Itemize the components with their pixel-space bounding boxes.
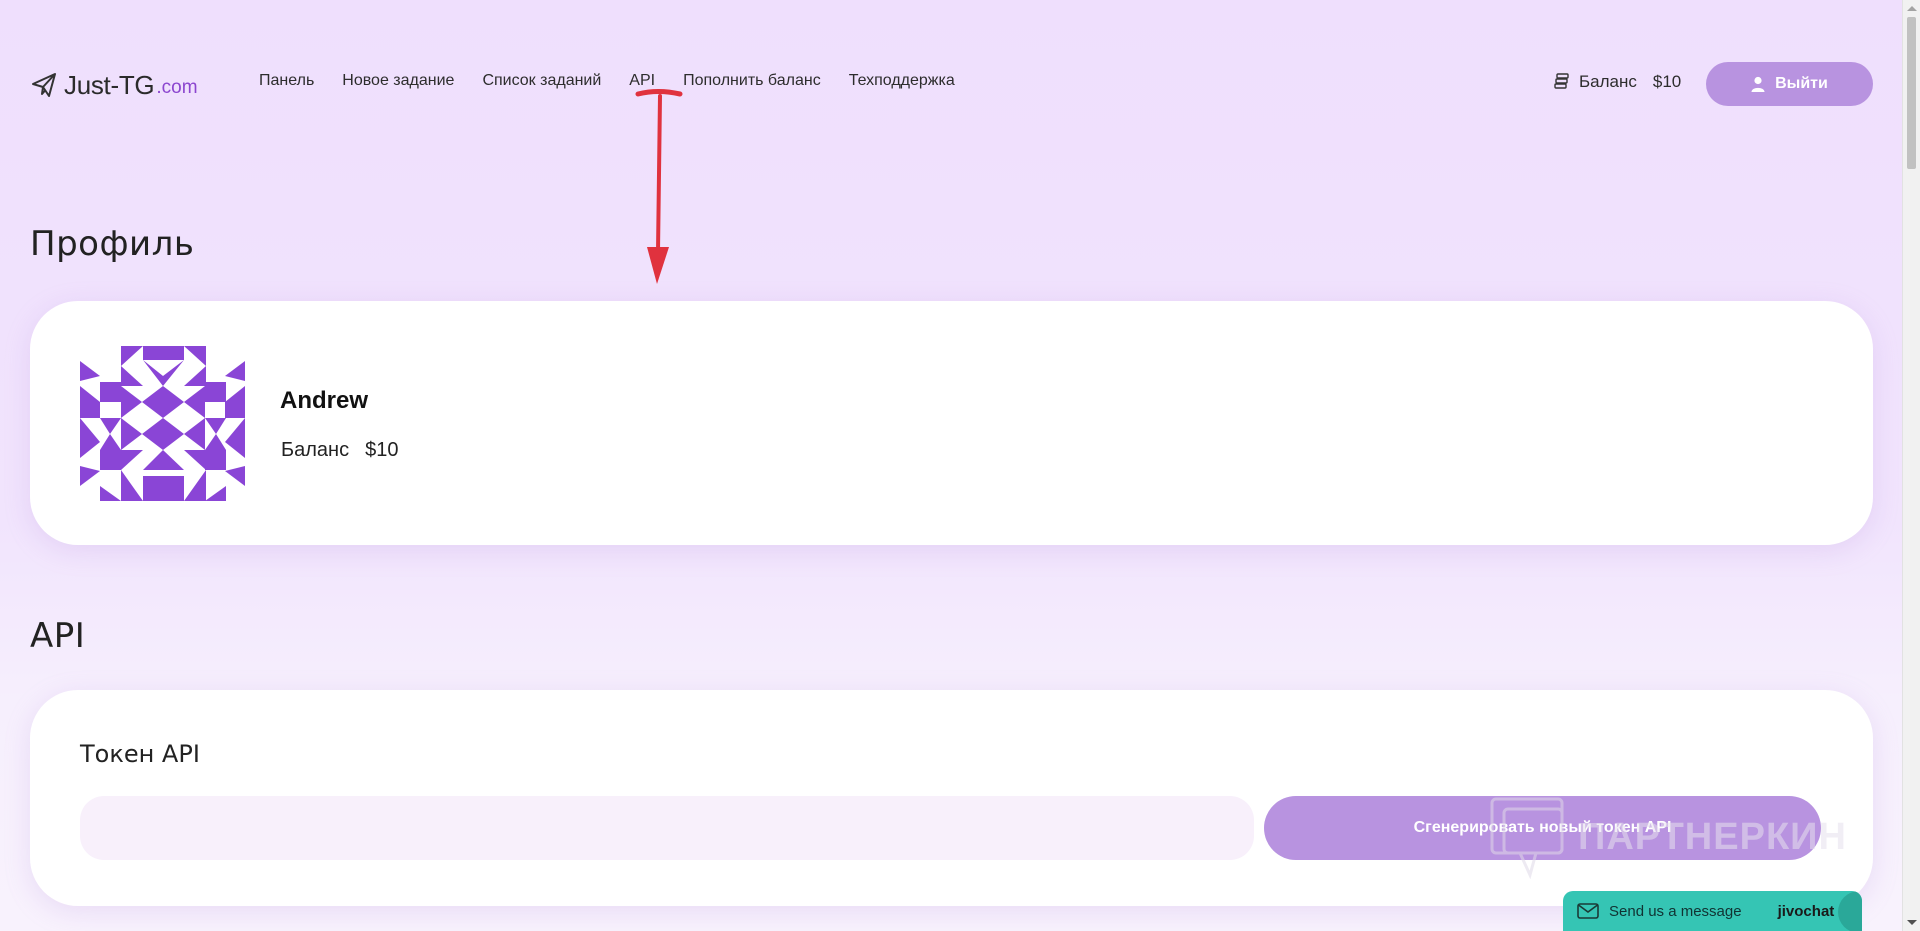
api-section-title: API	[30, 616, 86, 656]
profile-balance: Баланс $10	[281, 439, 398, 462]
user-icon	[1751, 76, 1765, 92]
coins-icon	[1554, 73, 1569, 89]
chat-brand: jivochat	[1777, 902, 1835, 920]
site-logo[interactable]: Just-TG .com	[30, 68, 198, 102]
user-name: Andrew	[280, 387, 369, 414]
scrollbar-thumb[interactable]	[1907, 17, 1916, 169]
profile-card: Andrew Баланс $10	[30, 301, 1873, 545]
nav-item-support[interactable]: Техподдержка	[849, 72, 955, 90]
scroll-up-arrow[interactable]	[1907, 6, 1917, 11]
logout-label: Выйти	[1775, 75, 1828, 92]
annotation-arrow	[635, 89, 683, 284]
header-balance-amount: $10	[1652, 72, 1682, 91]
nav-item-top-up[interactable]: Пополнить баланс	[683, 72, 821, 90]
main-nav: Панель Новое задание Список заданий API …	[259, 72, 955, 90]
logo-tld: .com	[156, 76, 198, 98]
nav-item-panel[interactable]: Панель	[259, 72, 314, 90]
page-scrollbar[interactable]	[1902, 0, 1920, 931]
logo-name: Just-TG	[64, 69, 155, 100]
scroll-down-arrow[interactable]	[1907, 920, 1917, 925]
watermark-text: ПАРТНЕРКИН	[1578, 815, 1847, 858]
chat-widget[interactable]: Send us a message jivochat	[1563, 891, 1862, 931]
logout-button[interactable]: Выйти	[1706, 62, 1873, 106]
mail-icon	[1577, 903, 1599, 919]
chat-label: Send us a message	[1609, 902, 1742, 920]
nav-item-new-task[interactable]: Новое задание	[342, 72, 454, 90]
watermark: ПАРТНЕРКИН	[1490, 795, 1870, 879]
token-label: Токен API	[80, 740, 200, 768]
profile-balance-label: Баланс	[281, 439, 350, 461]
header-balance-label: Баланс	[1579, 72, 1637, 91]
profile-section-title: Профиль	[30, 224, 195, 264]
speech-bubble-icon	[1490, 797, 1564, 879]
api-token-field[interactable]	[80, 796, 1254, 860]
chat-corner-badge	[1838, 891, 1862, 931]
avatar	[80, 346, 245, 501]
site-header: Just-TG .com Панель Новое задание Список…	[0, 0, 1902, 168]
paper-plane-icon	[32, 73, 56, 97]
header-balance: Баланс $10	[1553, 72, 1681, 92]
nav-item-task-list[interactable]: Список заданий	[482, 72, 601, 90]
profile-balance-amount: $10	[365, 439, 399, 461]
